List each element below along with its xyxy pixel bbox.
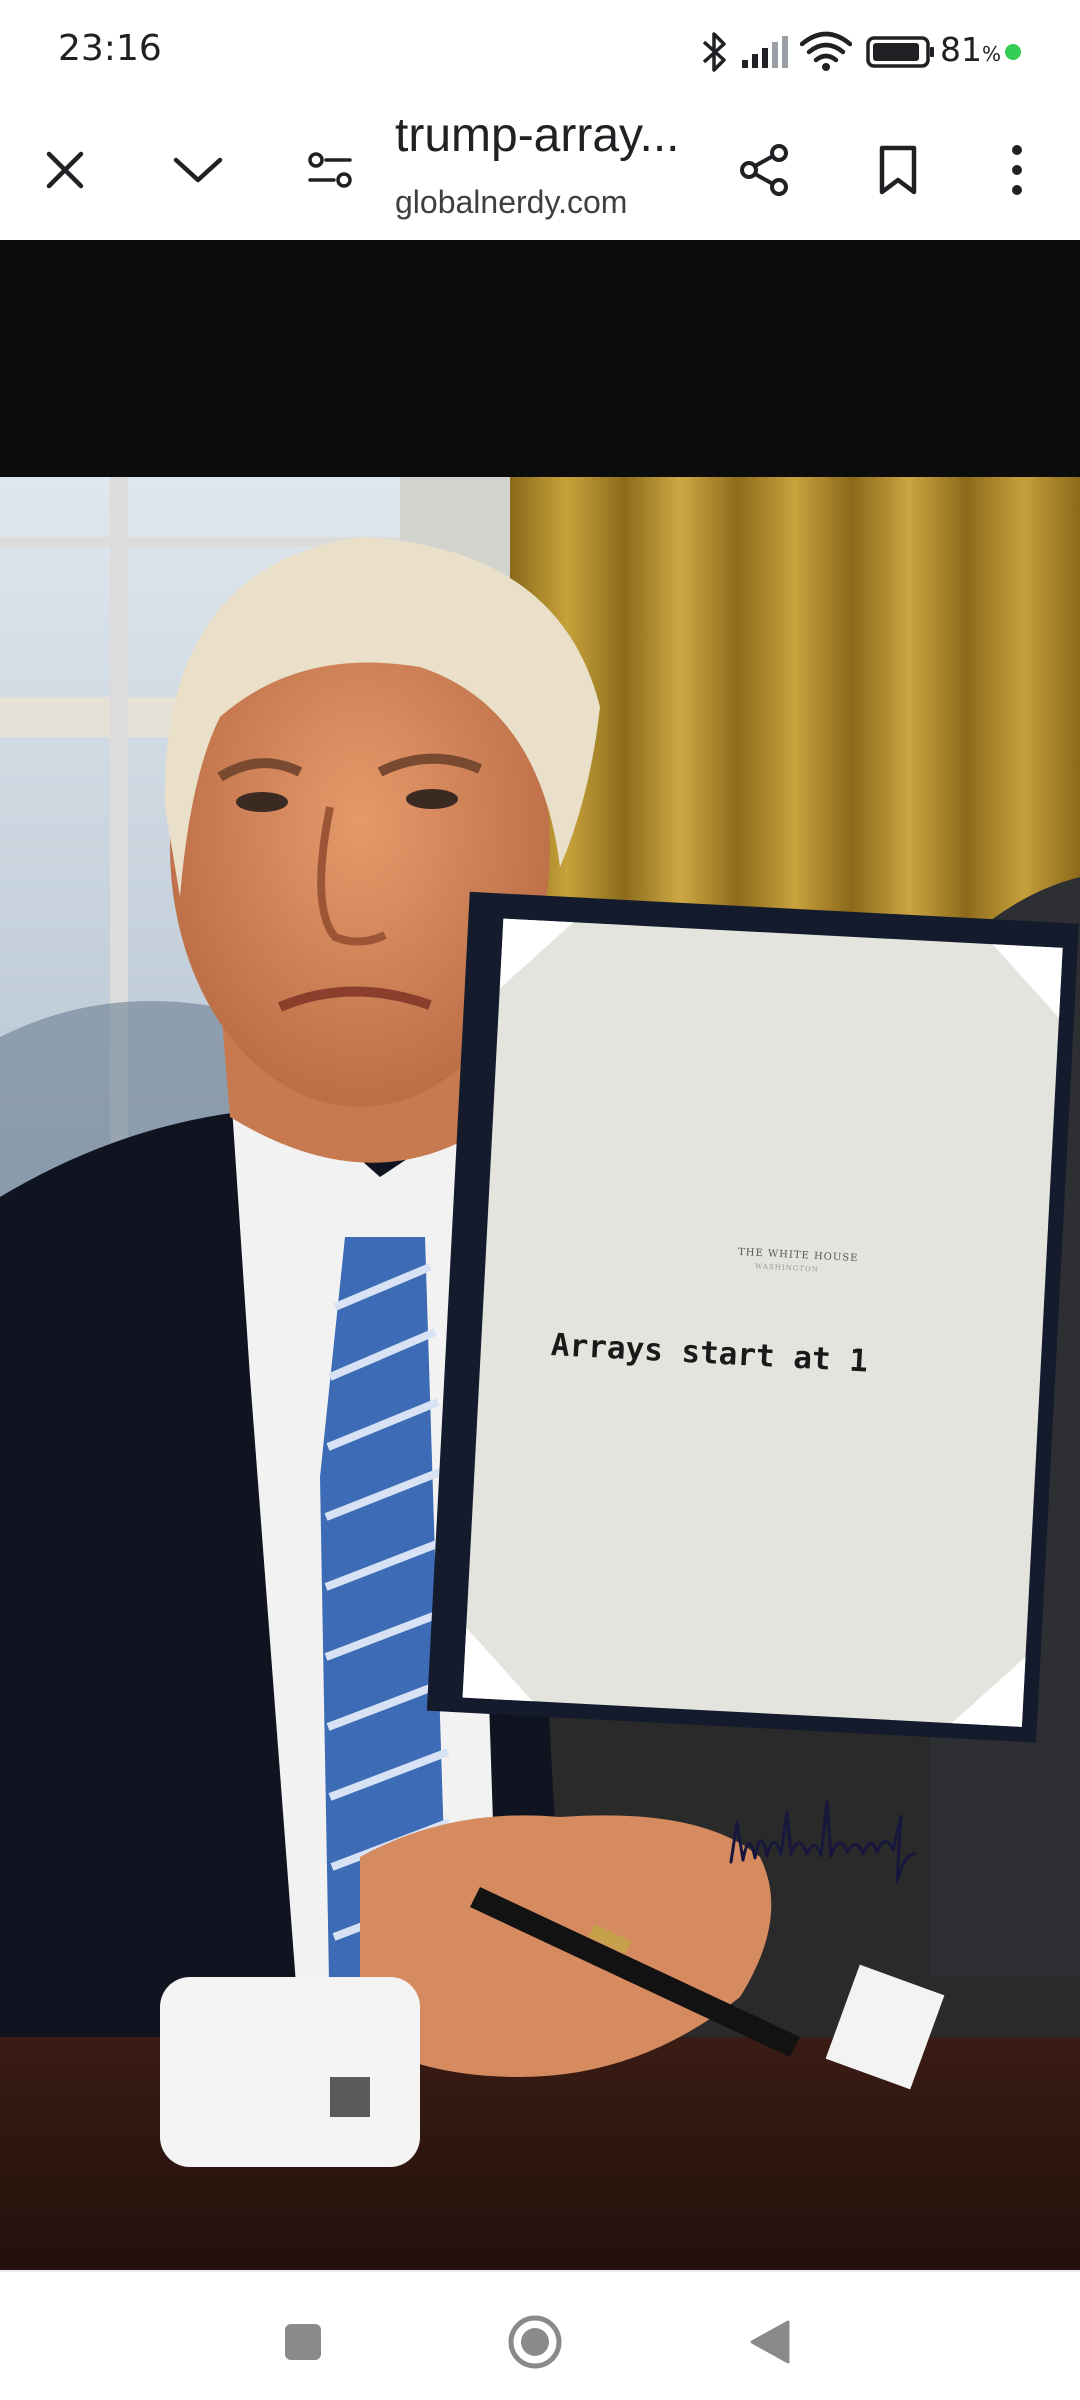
minimize-button[interactable]: [158, 130, 238, 210]
signature: [729, 1800, 917, 1884]
battery-indicator-dot: [1005, 44, 1021, 60]
image-viewer[interactable]: THE WHITE HOUSE WASHINGTON Arrays start …: [0, 240, 1080, 2339]
home-button[interactable]: [495, 2302, 575, 2382]
more-vert-icon: [1012, 145, 1022, 195]
meme-photo: THE WHITE HOUSE WASHINGTON Arrays start …: [0, 477, 1080, 2339]
bookmark-button[interactable]: [858, 130, 938, 210]
wifi-icon: [800, 31, 852, 71]
bluetooth-icon: [702, 32, 726, 72]
signal-icon: [742, 36, 788, 68]
bookmark-icon: [879, 145, 917, 195]
status-time: 23:16: [58, 28, 162, 69]
battery-percent: 81%: [940, 30, 1002, 69]
system-nav-bar: [0, 2270, 1080, 2400]
photo-illustration: [0, 477, 1080, 2339]
share-button[interactable]: [725, 130, 805, 210]
recents-button[interactable]: [263, 2302, 343, 2382]
close-icon: [46, 151, 84, 189]
page-info-button[interactable]: [290, 130, 370, 210]
chevron-down-icon: [173, 157, 223, 183]
share-icon: [740, 144, 788, 196]
back-icon: [750, 2320, 790, 2364]
page-domain: globalnerdy.com: [395, 184, 628, 220]
status-bar: 23:16 81%: [0, 0, 1080, 100]
home-icon: [508, 2315, 562, 2369]
page-info-icon: [308, 152, 352, 188]
title-area[interactable]: trump-array... globalnerdy.com: [395, 108, 715, 233]
recents-icon: [285, 2324, 321, 2360]
custom-tab-toolbar: trump-array... globalnerdy.com: [0, 100, 1080, 240]
battery-icon: [866, 36, 934, 68]
back-button[interactable]: [730, 2302, 810, 2382]
more-options-button[interactable]: [977, 130, 1057, 210]
close-button[interactable]: [25, 130, 105, 210]
page-title: trump-array...: [395, 109, 680, 162]
